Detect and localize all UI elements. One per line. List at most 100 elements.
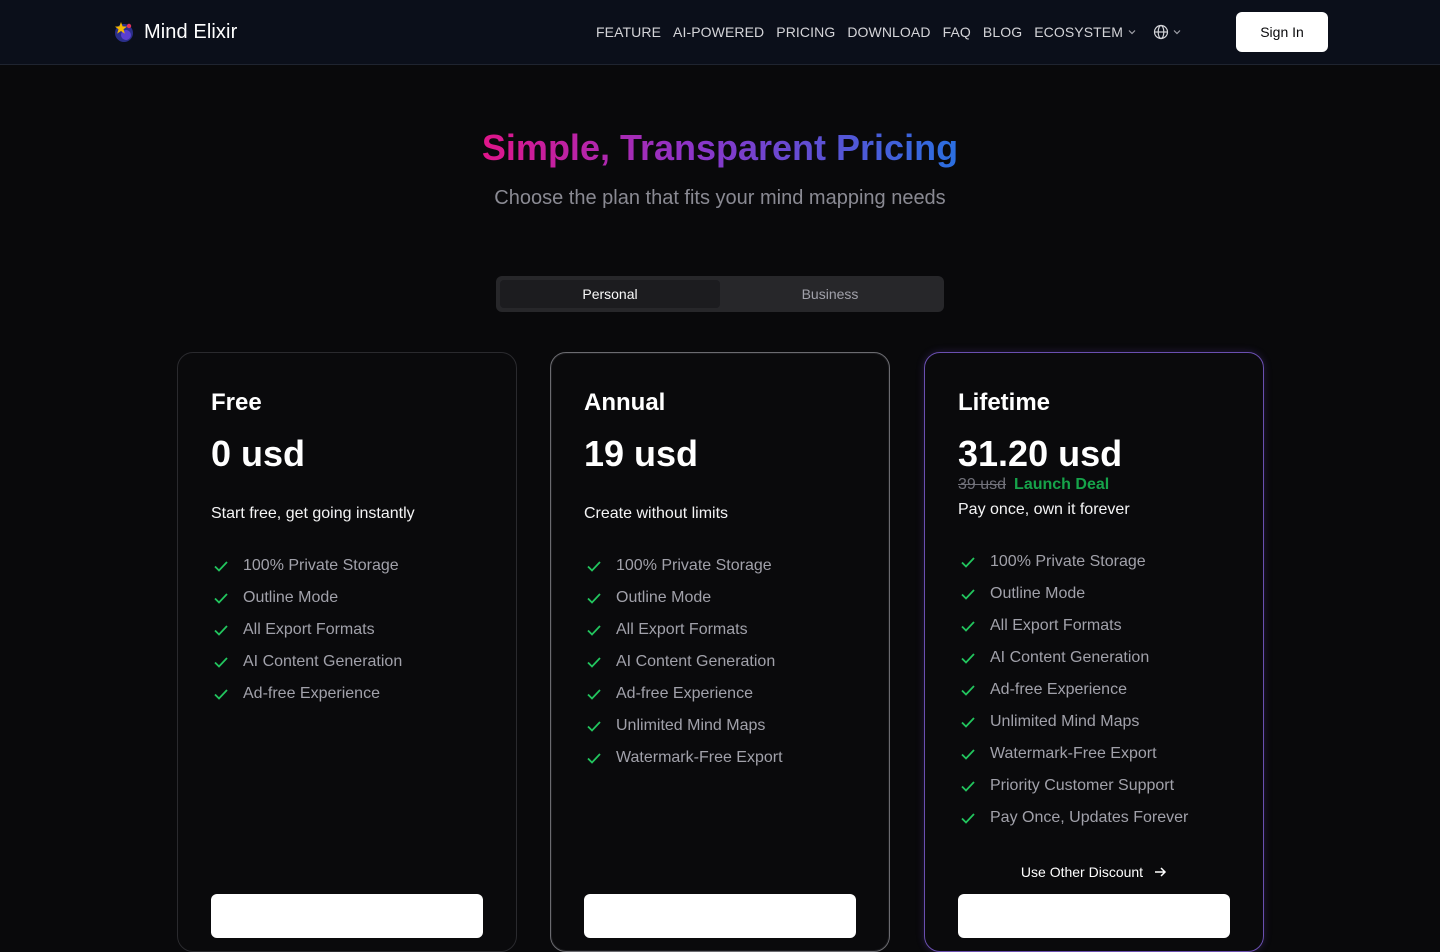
plan-price: 19 usd xyxy=(584,433,699,474)
sign-in-button[interactable]: Sign In xyxy=(1236,12,1328,52)
globe-icon xyxy=(1153,24,1169,40)
check-icon xyxy=(961,653,975,664)
language-switcher[interactable] xyxy=(1153,24,1182,40)
plan-name: Annual xyxy=(584,389,666,416)
check-icon xyxy=(961,589,975,600)
feature-label: AI Content Generation xyxy=(616,653,776,670)
feature-label: All Export Formats xyxy=(990,617,1122,634)
feature-item: Outline Mode xyxy=(958,578,1230,610)
feature-item: Ad-free Experience xyxy=(211,678,483,710)
plan-description: Start free, get going instantly xyxy=(211,505,415,522)
feature-item: Unlimited Mind Maps xyxy=(958,706,1230,738)
feature-item: Watermark-Free Export xyxy=(584,742,856,774)
check-icon xyxy=(961,749,975,760)
brand[interactable]: Mind Elixir xyxy=(112,18,237,46)
feature-item: Ad-free Experience xyxy=(584,678,856,710)
top-navbar: Mind Elixir FEATURE AI-POWERED PRICING D… xyxy=(0,0,1440,65)
feature-list: 100% Private Storage Outline Mode All Ex… xyxy=(958,546,1230,834)
feature-item: Unlimited Mind Maps xyxy=(584,710,856,742)
feature-item: AI Content Generation xyxy=(211,646,483,678)
feature-label: Pay Once, Updates Forever xyxy=(990,809,1189,826)
pricing-card-lifetime: Lifetime 31.20 usd 39 usd Launch Deal Pa… xyxy=(924,352,1264,952)
feature-label: AI Content Generation xyxy=(990,649,1150,666)
tab-personal[interactable]: Personal xyxy=(500,280,720,308)
check-icon xyxy=(214,561,228,572)
feature-item: Outline Mode xyxy=(584,582,856,614)
check-icon xyxy=(214,625,228,636)
deal-badge: Launch Deal xyxy=(1014,476,1110,493)
nav-link-ai-powered[interactable]: AI-POWERED xyxy=(673,24,764,40)
plan-type-toggle: Personal Business xyxy=(496,276,944,312)
check-icon xyxy=(587,753,601,764)
plan-description: Pay once, own it forever xyxy=(958,501,1130,518)
pricing-card-free: Free 0 usd Start free, get going instant… xyxy=(177,352,517,952)
feature-item: AI Content Generation xyxy=(958,642,1230,674)
plan-cta-button[interactable] xyxy=(584,894,856,938)
nav-link-blog[interactable]: BLOG xyxy=(983,24,1022,40)
feature-label: All Export Formats xyxy=(616,621,748,638)
feature-label: Outline Mode xyxy=(616,589,712,606)
discount-link-label: Use Other Discount xyxy=(1020,864,1144,880)
plan-name: Free xyxy=(211,389,262,416)
feature-label: Ad-free Experience xyxy=(616,685,753,702)
check-icon xyxy=(214,657,228,668)
feature-label: 100% Private Storage xyxy=(243,557,399,574)
feature-list: 100% Private Storage Outline Mode All Ex… xyxy=(584,550,856,774)
feature-label: AI Content Generation xyxy=(243,653,403,670)
feature-item: Pay Once, Updates Forever xyxy=(958,802,1230,834)
check-icon xyxy=(587,657,601,668)
page-subtitle: Choose the plan that fits your mind mapp… xyxy=(494,187,946,209)
check-icon xyxy=(961,813,975,824)
check-icon xyxy=(961,781,975,792)
plan-cta-button[interactable] xyxy=(211,894,483,938)
nav-link-feature[interactable]: FEATURE xyxy=(596,24,661,40)
check-icon xyxy=(587,689,601,700)
check-icon xyxy=(961,717,975,728)
nav-link-pricing[interactable]: PRICING xyxy=(776,24,835,40)
feature-item: All Export Formats xyxy=(584,614,856,646)
feature-label: Ad-free Experience xyxy=(990,681,1127,698)
pricing-card-annual: Annual 19 usd Create without limits 100%… xyxy=(550,352,890,952)
nav-dropdown-ecosystem[interactable]: ECOSYSTEM xyxy=(1034,24,1137,40)
page-title-text: Simple, Transparent Pricing xyxy=(481,127,959,168)
feature-label: 100% Private Storage xyxy=(616,557,772,574)
chevron-down-icon xyxy=(1128,30,1136,35)
feature-list: 100% Private Storage Outline Mode All Ex… xyxy=(211,550,483,710)
plan-cta-button[interactable] xyxy=(958,894,1230,938)
plan-price: 31.20 usd xyxy=(958,433,1123,474)
feature-label: All Export Formats xyxy=(243,621,375,638)
feature-item: Watermark-Free Export xyxy=(958,738,1230,770)
feature-label: 100% Private Storage xyxy=(990,553,1146,570)
check-icon xyxy=(214,689,228,700)
tab-business[interactable]: Business xyxy=(720,280,940,308)
feature-label: Priority Customer Support xyxy=(990,777,1175,794)
feature-label: Unlimited Mind Maps xyxy=(990,713,1140,730)
check-icon xyxy=(587,721,601,732)
check-icon xyxy=(587,593,601,604)
feature-item: Priority Customer Support xyxy=(958,770,1230,802)
check-icon xyxy=(587,625,601,636)
plan-price: 0 usd xyxy=(211,433,306,474)
feature-item: AI Content Generation xyxy=(584,646,856,678)
brand-name: Mind Elixir xyxy=(144,20,238,43)
original-price: 39 usd xyxy=(958,476,1007,493)
nav-ecosystem-label: ECOSYSTEM xyxy=(1034,24,1123,40)
feature-item: 100% Private Storage xyxy=(211,550,483,582)
feature-label: Watermark-Free Export xyxy=(616,749,783,766)
use-other-discount-link[interactable]: Use Other Discount xyxy=(925,864,1263,880)
feature-item: All Export Formats xyxy=(211,614,483,646)
plan-name: Lifetime xyxy=(958,389,1051,416)
check-icon xyxy=(587,561,601,572)
price-discount-row: 39 usd Launch Deal xyxy=(958,476,1230,498)
feature-item: 100% Private Storage xyxy=(958,546,1230,578)
nav-link-download[interactable]: DOWNLOAD xyxy=(847,24,930,40)
arrow-right-icon xyxy=(1155,867,1167,877)
nav-link-faq[interactable]: FAQ xyxy=(943,24,971,40)
feature-item: 100% Private Storage xyxy=(584,550,856,582)
feature-item: Outline Mode xyxy=(211,582,483,614)
check-icon xyxy=(961,621,975,632)
check-icon xyxy=(961,685,975,696)
main-nav: FEATURE AI-POWERED PRICING DOWNLOAD FAQ … xyxy=(596,22,1182,42)
feature-label: Watermark-Free Export xyxy=(990,745,1157,762)
check-icon xyxy=(961,557,975,568)
